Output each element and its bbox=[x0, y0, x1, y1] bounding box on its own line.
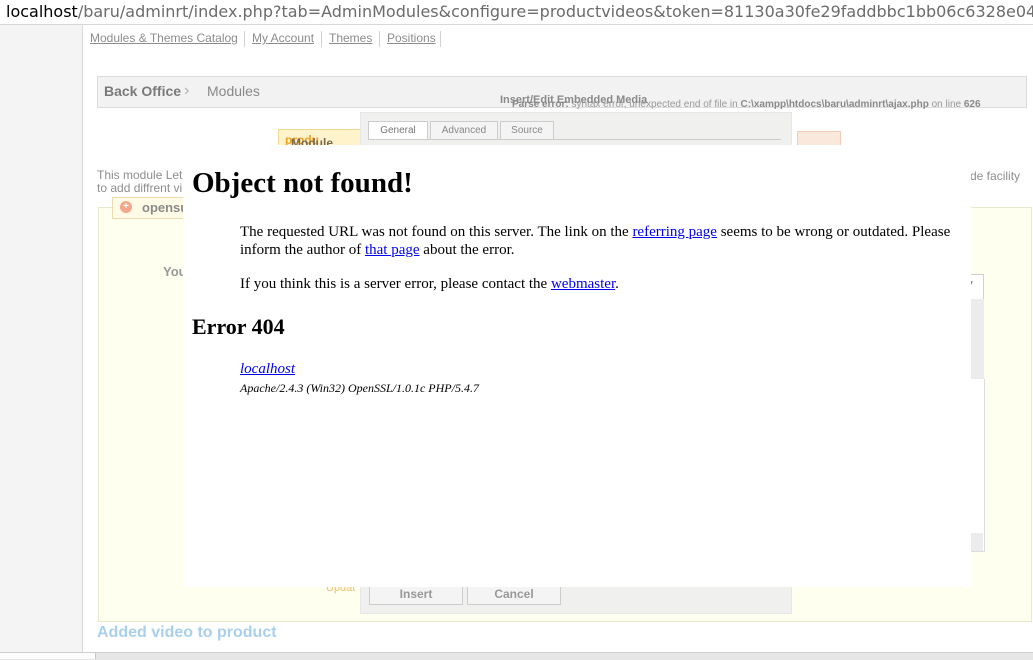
error-contact: If you think this is a server error, ple… bbox=[240, 275, 619, 293]
chevron-right-icon: › bbox=[184, 82, 190, 99]
nav-themes[interactable]: Themes bbox=[329, 31, 372, 45]
error-code: Error 404 bbox=[192, 314, 285, 339]
error-title: Object not found! bbox=[192, 167, 413, 199]
tab-source[interactable]: Source bbox=[500, 121, 554, 140]
url-host: localhost bbox=[6, 2, 78, 21]
section-heading: Added video to product bbox=[97, 624, 277, 641]
that-page-link[interactable]: that page bbox=[365, 242, 420, 258]
nav-separator bbox=[440, 31, 441, 47]
nav-my-account[interactable]: My Account bbox=[252, 31, 314, 45]
error-message: The requested URL was not found on this … bbox=[240, 223, 970, 259]
dialog-title: Insert/Edit Embedded Media bbox=[500, 94, 648, 106]
nav-modules-themes-catalog[interactable]: Modules & Themes Catalog bbox=[90, 31, 238, 45]
breadcrumb-modules: Modules bbox=[207, 83, 260, 99]
server-signature: Apache/2.4.3 (Win32) OpenSSL/1.0.1c PHP/… bbox=[240, 381, 479, 395]
tab-general[interactable]: General bbox=[368, 121, 428, 140]
scrollbar-thumb[interactable] bbox=[0, 653, 96, 659]
error-contact-text: If you think this is a server error, ple… bbox=[240, 276, 551, 292]
parse-error-line-label: on line bbox=[931, 99, 962, 110]
url-path: /baru/adminrt/index.php?tab=AdminModules… bbox=[77, 2, 1033, 21]
module-description: This module Let to add diffrent vi bbox=[97, 168, 183, 195]
address-bar[interactable]: localhost/baru/adminrt/index.php?tab=Adm… bbox=[0, 0, 1033, 25]
error-message-text: The requested URL was not found on this … bbox=[240, 224, 633, 240]
parse-error-file: C:\xampp\htdocs\baru\adminrt\ajax.php bbox=[740, 99, 929, 110]
scrollbar[interactable] bbox=[969, 299, 984, 379]
add-icon: + bbox=[120, 201, 132, 213]
module-description-tail: de facility bbox=[970, 169, 1021, 183]
error-404-overlay: Object not found! The requested URL was … bbox=[183, 145, 971, 587]
fieldset-legend: + opensu bbox=[112, 197, 194, 219]
error-message-text: about the error. bbox=[419, 242, 515, 258]
error-contact-text: . bbox=[615, 276, 619, 292]
nav-separator bbox=[244, 31, 245, 47]
legend-label: opensu bbox=[142, 200, 189, 215]
url-text[interactable]: localhost/baru/adminrt/index.php?tab=Adm… bbox=[6, 2, 1033, 22]
nav-separator bbox=[321, 31, 322, 47]
left-sidebar bbox=[0, 25, 83, 659]
localhost-link[interactable]: localhost bbox=[240, 361, 295, 378]
breadcrumb-back-office[interactable]: Back Office bbox=[104, 83, 181, 99]
nav-separator bbox=[379, 31, 380, 47]
referring-page-link[interactable]: referring page bbox=[632, 224, 717, 240]
parse-error-line: 626 bbox=[963, 99, 981, 110]
nav-positions[interactable]: Positions bbox=[387, 31, 436, 45]
top-navigation: Modules & Themes Catalog My Account Them… bbox=[83, 25, 1033, 55]
list-box bbox=[969, 379, 985, 552]
scrollbar-bottom[interactable] bbox=[969, 533, 983, 551]
tab-advanced[interactable]: Advanced bbox=[430, 121, 498, 140]
webmaster-link[interactable]: webmaster bbox=[551, 276, 615, 292]
tab-panel-border bbox=[368, 139, 781, 140]
